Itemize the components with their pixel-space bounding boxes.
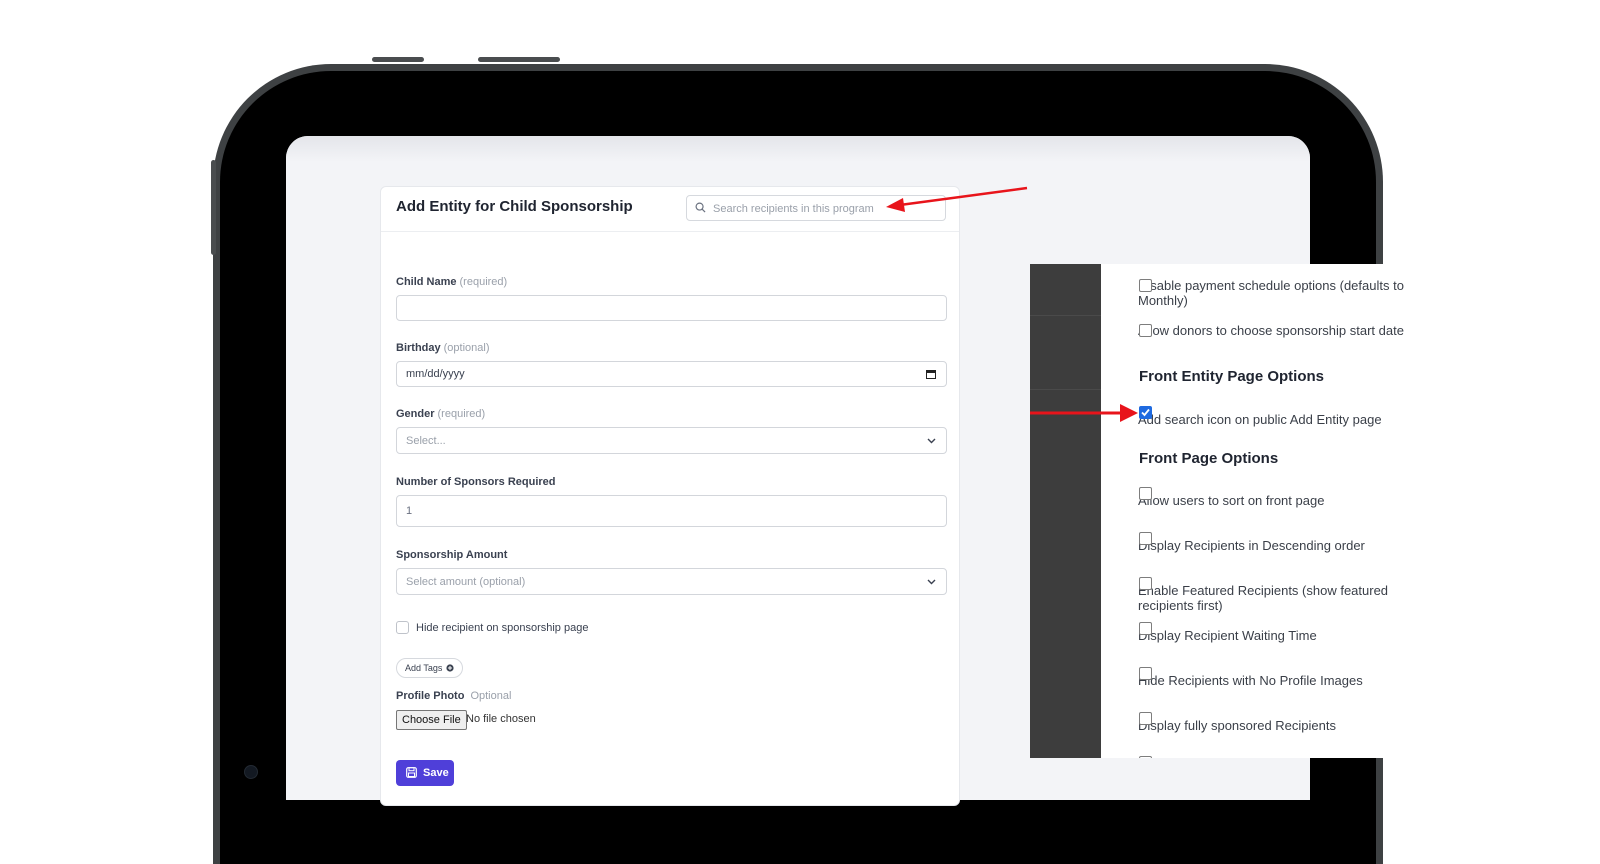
partial-checkbox[interactable] [1139,756,1152,758]
plus-circle-icon [446,664,454,672]
choose-file-button[interactable]: Choose File [396,710,467,730]
sponsorship-amount-label: Sponsorship Amount [396,549,508,561]
save-icon [406,767,417,778]
no-images-option-label: Hide Recipients with No Profile Images [1138,673,1363,688]
front-page-options-title: Front Page Options [1139,450,1279,467]
front-entity-options-title: Front Entity Page Options [1139,368,1325,385]
waiting-time-option-label: Display Recipient Waiting Time [1138,628,1317,643]
waiting-time-option-checkbox[interactable] [1139,622,1152,635]
fully-sponsored-option-label: Display fully sponsored Recipients [1138,718,1336,733]
search-input[interactable] [711,198,940,220]
add-entity-card: Add Entity for Child Sponsorship Child N… [380,186,960,806]
add-tags-button[interactable]: Add Tags [396,658,463,678]
sort-option-checkbox[interactable] [1139,487,1152,500]
settings-sidebar [1030,264,1101,758]
birthday-input[interactable]: mm/dd/yyyy [396,361,947,387]
search-icon-option-checkbox[interactable] [1139,406,1152,419]
gender-select[interactable]: Select... [396,427,947,454]
profile-photo-label: Profile Photo Optional [396,690,512,702]
calendar-icon[interactable] [926,369,936,379]
disable-schedule-checkbox[interactable] [1139,279,1152,292]
hide-recipient-checkbox[interactable] [396,621,409,634]
child-name-input[interactable] [396,295,947,321]
featured-option-checkbox[interactable] [1139,577,1152,590]
disable-schedule-label: Disable payment schedule options (defaul… [1138,278,1404,308]
hide-recipient-label: Hide recipient on sponsorship page [416,622,589,634]
start-date-label: Allow donors to choose sponsorship start… [1138,323,1404,338]
search-icon-option-label: Add search icon on public Add Entity pag… [1138,412,1382,427]
fully-sponsored-option-checkbox[interactable] [1139,712,1152,725]
sponsorship-amount-select[interactable]: Select amount (optional) [396,568,947,595]
sort-option-label: Allow users to sort on front page [1138,493,1325,508]
file-status: No file chosen [466,713,536,725]
settings-panel: Disable payment schedule options (defaul… [1030,264,1411,758]
chevron-down-icon [927,438,936,443]
descending-option-checkbox[interactable] [1139,532,1152,545]
device-side-button [211,160,216,255]
sponsors-required-input[interactable]: 1 [396,495,947,527]
no-images-option-checkbox[interactable] [1139,667,1152,680]
chevron-down-icon [927,579,936,584]
birthday-label: Birthday (optional) [396,342,490,354]
checkmark-icon [1141,408,1150,417]
gender-label: Gender (required) [396,408,486,420]
device-volume-button [372,57,424,62]
card-header: Add Entity for Child Sponsorship [381,187,959,232]
start-date-checkbox[interactable] [1139,324,1152,337]
child-name-label: Child Name (required) [396,276,508,288]
device-power-button [478,57,560,62]
descending-option-label: Display Recipients in Descending order [1138,538,1365,553]
search-box[interactable] [686,195,946,221]
search-icon [695,202,706,213]
save-button[interactable]: Save [396,760,454,786]
device-camera [244,765,258,779]
page-title: Add Entity for Child Sponsorship [396,198,633,215]
featured-option-label: Enable Featured Recipients (show feature… [1138,583,1389,613]
sponsors-required-label: Number of Sponsors Required [396,476,556,488]
